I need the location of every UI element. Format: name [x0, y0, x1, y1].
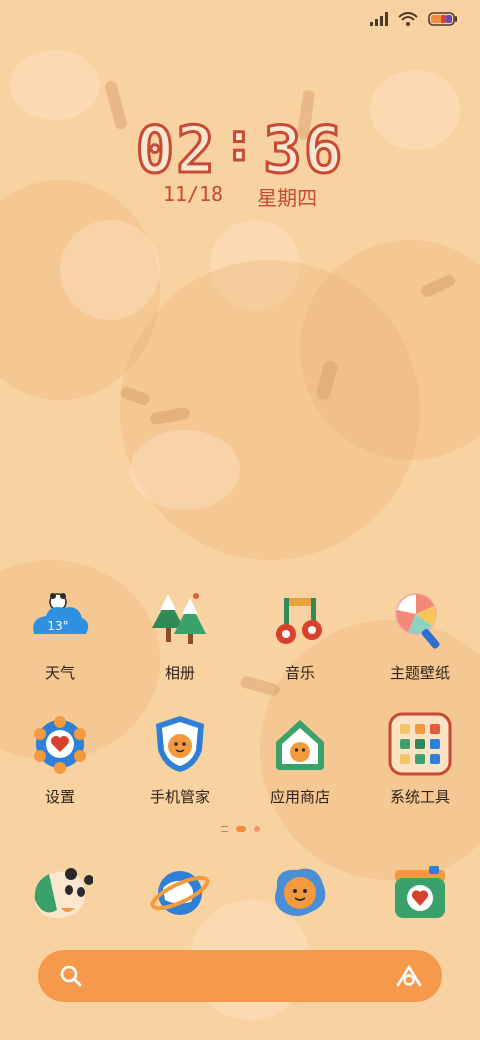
page-dot-active[interactable] [235, 826, 246, 832]
page-menu-indicator[interactable] [220, 826, 228, 832]
battery-icon [428, 12, 457, 26]
app-label: 音乐 [284, 664, 315, 682]
app-label: 手机管家 [149, 788, 210, 806]
settings-icon [28, 712, 92, 776]
clock-minute: 36 [262, 113, 345, 190]
app-music[interactable]: 音乐 [240, 588, 360, 683]
weather-icon: 13° [28, 588, 92, 652]
app-store[interactable]: 应用商店 [240, 712, 360, 807]
app-folder-system-tools[interactable]: 系统工具 [360, 712, 480, 807]
music-icon [268, 588, 332, 652]
wifi-icon [398, 12, 418, 26]
security-icon [148, 712, 212, 776]
search-icon [60, 965, 82, 987]
clock-time: 02 : 36 [134, 109, 345, 190]
clock-date: 11/18 [162, 182, 224, 206]
page-indicator[interactable] [0, 826, 480, 832]
gallery-icon [148, 588, 212, 652]
app-themes[interactable]: 主题壁纸 [360, 588, 480, 683]
app-label: 天气 [44, 664, 75, 682]
dock-phone[interactable] [0, 860, 120, 926]
weather-temp: 13° [47, 619, 68, 633]
dock [0, 860, 480, 926]
app-grid-row-2: 设置 手机管家 应用商店 系统工具 [0, 712, 480, 807]
app-weather[interactable]: 13° 天气 [0, 588, 120, 683]
assistant-icon[interactable] [396, 965, 422, 987]
clock-separator: : [221, 109, 258, 175]
app-settings[interactable]: 设置 [0, 712, 120, 807]
clock-weekday: 星期四 [257, 186, 318, 210]
app-gallery[interactable]: 相册 [120, 588, 240, 683]
app-grid-row-1: 13° 天气 相册 音乐 主题壁纸 [0, 588, 480, 683]
app-store-icon [268, 712, 332, 776]
folder-icon [388, 712, 452, 776]
app-label: 相册 [164, 664, 195, 682]
camera-icon [387, 860, 453, 926]
status-bar [370, 12, 458, 26]
dock-browser[interactable] [120, 860, 240, 926]
lockscreen-clock[interactable]: 02 : 36 11/18 星期四 [0, 109, 480, 211]
browser-icon [147, 860, 213, 926]
app-security[interactable]: 手机管家 [120, 712, 240, 807]
messages-icon [267, 860, 333, 926]
page-dot[interactable] [253, 826, 260, 832]
app-label: 应用商店 [269, 788, 330, 806]
clock-hour: 02 [134, 113, 217, 190]
search-bar[interactable] [38, 950, 442, 1002]
search-input[interactable] [92, 956, 386, 996]
app-label: 系统工具 [389, 788, 450, 806]
dock-messages[interactable] [240, 860, 360, 926]
signal-icon [370, 12, 388, 26]
phone-icon [27, 860, 94, 926]
app-label: 主题壁纸 [389, 664, 450, 682]
dock-camera[interactable] [360, 860, 480, 926]
themes-icon [388, 588, 452, 652]
app-label: 设置 [44, 788, 75, 806]
